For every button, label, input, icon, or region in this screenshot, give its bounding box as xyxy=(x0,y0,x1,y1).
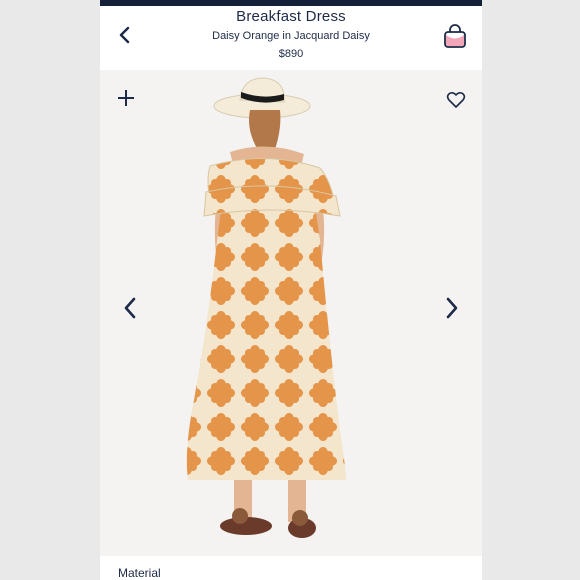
favorite-button[interactable] xyxy=(446,90,466,110)
heart-icon xyxy=(446,91,466,108)
right-backdrop xyxy=(482,0,580,580)
product-header: Breakfast Dress Daisy Orange in Jacquard… xyxy=(100,6,482,70)
product-variant: Daisy Orange in Jacquard Daisy xyxy=(212,30,370,42)
previous-image-button[interactable] xyxy=(122,296,138,320)
plus-icon xyxy=(118,90,134,106)
chevron-right-icon xyxy=(446,297,458,319)
add-button[interactable] xyxy=(116,88,136,108)
shopping-bag-button[interactable] xyxy=(442,22,468,50)
material-section-label[interactable]: Material xyxy=(118,566,161,580)
product-title: Breakfast Dress xyxy=(236,8,346,25)
left-backdrop xyxy=(0,0,100,580)
product-page: Breakfast Dress Daisy Orange in Jacquard… xyxy=(100,0,482,580)
shopping-bag-icon xyxy=(444,24,466,48)
next-image-button[interactable] xyxy=(444,296,460,320)
chevron-left-icon xyxy=(124,297,136,319)
product-price: $890 xyxy=(278,48,304,60)
product-photo xyxy=(186,77,346,538)
product-gallery[interactable] xyxy=(100,70,482,556)
